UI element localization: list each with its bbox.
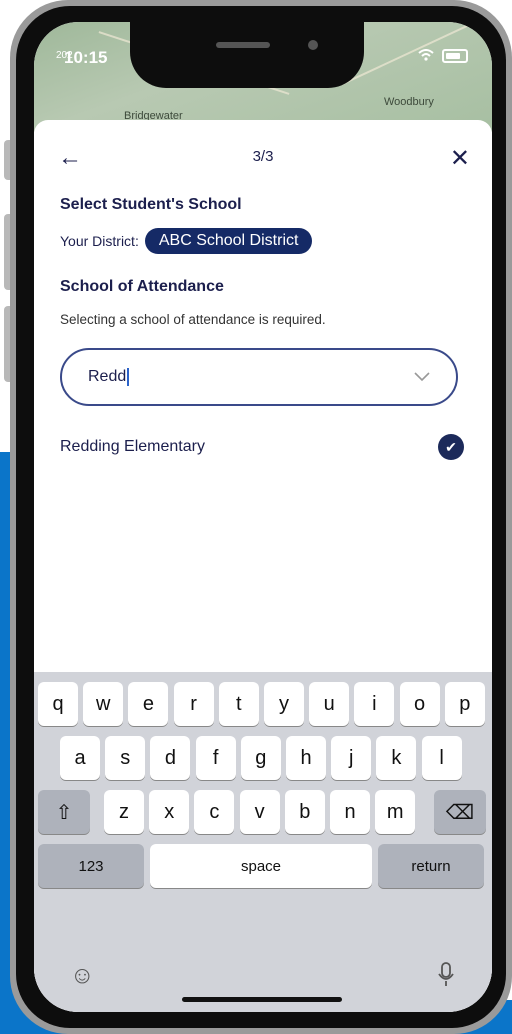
key-p[interactable]: p — [444, 682, 485, 726]
step-indicator: 3/3 — [252, 148, 274, 165]
key-s[interactable]: s — [105, 736, 146, 780]
key-w[interactable]: w — [83, 682, 124, 726]
key-g[interactable]: g — [240, 736, 281, 780]
school-search-input[interactable]: Redd — [60, 348, 458, 406]
key-f[interactable]: f — [195, 736, 236, 780]
return-key[interactable]: return — [378, 844, 484, 888]
chevron-down-icon[interactable] — [414, 369, 430, 385]
battery-icon — [442, 49, 468, 63]
keyboard-row-4: 123 space return — [34, 844, 492, 888]
space-key[interactable]: space — [150, 844, 372, 888]
numbers-key[interactable]: 123 — [38, 844, 144, 888]
camera — [308, 40, 318, 50]
key-u[interactable]: u — [309, 682, 350, 726]
key-c[interactable]: c — [194, 790, 235, 834]
district-badge: ABC School District — [144, 228, 313, 254]
key-e[interactable]: e — [128, 682, 169, 726]
text-caret — [127, 368, 130, 386]
sheet-header: ← 3/3 ✕ — [34, 144, 492, 172]
key-d[interactable]: d — [150, 736, 191, 780]
key-j[interactable]: j — [331, 736, 372, 780]
key-q[interactable]: q — [38, 682, 78, 726]
key-z[interactable]: z — [104, 790, 144, 834]
key-m[interactable]: m — [375, 790, 416, 834]
close-icon[interactable]: ✕ — [450, 144, 470, 173]
section-title: School of Attendance — [60, 278, 224, 295]
search-input-value[interactable]: Redd — [88, 368, 126, 386]
keyboard-bottom-bar: ☺ — [34, 958, 492, 1012]
school-option-label: Redding Elementary — [60, 438, 205, 455]
map-label: Woodbury — [384, 96, 434, 108]
keyboard: qwertyuiop asdfghjkl ⇧ ⌫ zxcvbnm 123 spa… — [34, 672, 492, 1012]
phone-frame: 202 Bridgewater Woodbury 10:15 ← 3/3 ✕ S… — [10, 0, 512, 1034]
bottom-sheet: ← 3/3 ✕ Select Student's School Your Dis… — [34, 120, 492, 1012]
key-i[interactable]: i — [354, 682, 395, 726]
helper-text: Selecting a school of attendance is requ… — [60, 312, 326, 327]
key-b[interactable]: b — [284, 790, 325, 834]
phone-screen: 202 Bridgewater Woodbury 10:15 ← 3/3 ✕ S… — [34, 22, 492, 1012]
list-item[interactable]: Redding Elementary ✔ — [60, 434, 464, 460]
key-o[interactable]: o — [399, 682, 440, 726]
district-row: Your District: ABC School District — [60, 228, 313, 254]
keyboard-row-1: qwertyuiop — [34, 682, 492, 726]
status-icons — [418, 48, 468, 64]
check-circle-icon: ✔ — [438, 434, 464, 460]
district-label: Your District: — [60, 233, 139, 249]
emoji-icon[interactable]: ☺ — [70, 962, 95, 990]
key-t[interactable]: t — [218, 682, 259, 726]
key-y[interactable]: y — [264, 682, 304, 726]
wifi-icon — [418, 48, 434, 64]
shift-key[interactable]: ⇧ — [38, 790, 90, 834]
key-k[interactable]: k — [376, 736, 417, 780]
page-title: Select Student's School — [60, 196, 242, 213]
key-l[interactable]: l — [421, 736, 462, 780]
speaker — [216, 42, 270, 48]
key-n[interactable]: n — [330, 790, 370, 834]
keyboard-row-2: asdfghjkl — [34, 736, 492, 780]
key-v[interactable]: v — [239, 790, 280, 834]
notch — [130, 22, 364, 88]
keyboard-row-3: ⇧ ⌫ zxcvbnm — [34, 790, 492, 834]
key-r[interactable]: r — [173, 682, 214, 726]
phone-bezel: 202 Bridgewater Woodbury 10:15 ← 3/3 ✕ S… — [16, 6, 506, 1028]
backspace-key[interactable]: ⌫ — [434, 790, 486, 834]
status-time: 10:15 — [64, 48, 108, 67]
key-a[interactable]: a — [60, 736, 100, 780]
microphone-icon[interactable] — [438, 962, 454, 993]
key-x[interactable]: x — [149, 790, 190, 834]
home-indicator — [182, 997, 342, 1002]
key-h[interactable]: h — [286, 736, 326, 780]
